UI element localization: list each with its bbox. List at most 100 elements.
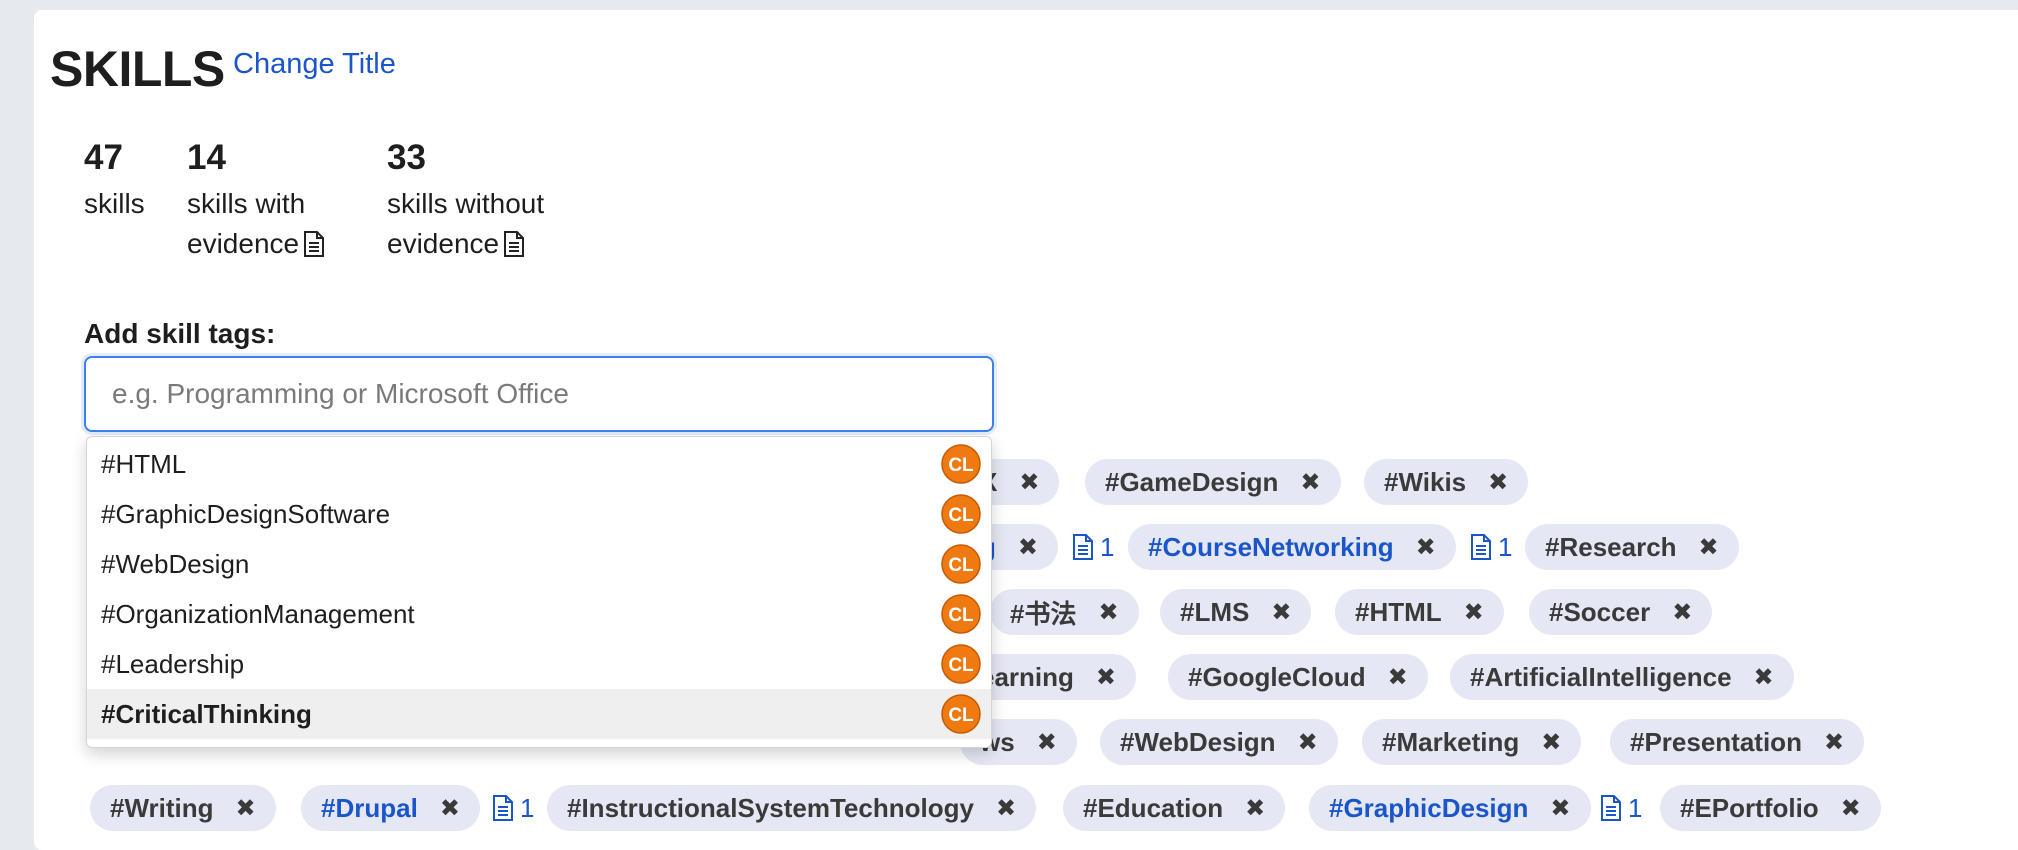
suggestion-item[interactable]: #Leadership CL bbox=[87, 639, 991, 689]
courselink-logo-icon: CL bbox=[941, 594, 981, 634]
tag-label: #书法 bbox=[1010, 598, 1077, 629]
stat-label: skills without bbox=[387, 188, 545, 219]
stat-skills: 47 skills bbox=[84, 138, 145, 224]
tag-label: #GoogleCloud bbox=[1188, 661, 1366, 692]
skill-tag: #Education ✖ bbox=[1063, 785, 1286, 831]
tag-label: #Wikis bbox=[1384, 466, 1467, 497]
courselink-logo-icon: CL bbox=[941, 544, 981, 584]
svg-text:CL: CL bbox=[948, 455, 974, 476]
stat-value: 14 bbox=[187, 138, 226, 177]
tag-label[interactable]: #GraphicDesign bbox=[1329, 793, 1528, 824]
skill-tag: #GoogleCloud ✖ bbox=[1168, 654, 1428, 700]
suggestion-item[interactable]: #GraphicDesignSoftware CL bbox=[87, 489, 991, 539]
suggestion-label: #WebDesign bbox=[101, 548, 250, 579]
document-icon bbox=[1471, 534, 1491, 560]
skill-tag: #EPortfolio ✖ bbox=[1660, 785, 1881, 831]
tag-label: #ArtificialIntelligence bbox=[1470, 661, 1732, 692]
remove-tag-icon[interactable]: ✖ bbox=[1416, 533, 1436, 562]
skill-tag: #Writing ✖ bbox=[90, 785, 276, 831]
suggestion-item-highlighted[interactable]: #CriticalThinking CL bbox=[87, 689, 991, 739]
remove-tag-icon[interactable]: ✖ bbox=[1245, 794, 1265, 823]
evidence-count[interactable]: 1 bbox=[492, 785, 534, 831]
remove-tag-icon[interactable]: ✖ bbox=[1672, 598, 1692, 627]
suggestion-item[interactable]: #HTML CL bbox=[87, 439, 991, 489]
remove-tag-icon[interactable]: ✖ bbox=[1550, 794, 1570, 823]
skill-tag: #Research ✖ bbox=[1525, 524, 1739, 570]
remove-tag-icon[interactable]: ✖ bbox=[440, 794, 460, 823]
tag-label: #Research bbox=[1545, 531, 1677, 562]
svg-text:CL: CL bbox=[948, 505, 974, 526]
svg-text:CL: CL bbox=[948, 555, 974, 576]
skill-tag: #HTML ✖ bbox=[1335, 589, 1504, 635]
skill-tag: #GameDesign ✖ bbox=[1085, 459, 1341, 505]
add-skill-tags-label: Add skill tags: bbox=[84, 318, 276, 349]
remove-tag-icon[interactable]: ✖ bbox=[1018, 533, 1038, 562]
tag-label: #Soccer bbox=[1549, 596, 1651, 627]
remove-tag-icon[interactable]: ✖ bbox=[1464, 598, 1484, 627]
skill-search-input[interactable] bbox=[110, 377, 992, 411]
courselink-logo-icon: CL bbox=[941, 694, 981, 734]
tag-label: #WebDesign bbox=[1120, 726, 1276, 757]
document-icon bbox=[493, 795, 513, 821]
tag-label: #InstructionalSystemTechnology bbox=[567, 792, 974, 823]
document-icon bbox=[303, 228, 325, 268]
remove-tag-icon[interactable]: ✖ bbox=[996, 794, 1016, 823]
remove-tag-icon[interactable]: ✖ bbox=[1541, 728, 1561, 757]
skill-tag-linked: #CourseNetworking ✖ bbox=[1128, 524, 1456, 570]
suggestion-item[interactable]: #OrganizationManagement CL bbox=[87, 589, 991, 639]
svg-text:CL: CL bbox=[948, 655, 974, 676]
stat-skills-with-evidence: 14 skills with evidence bbox=[187, 138, 325, 268]
suggestion-label: #CriticalThinking bbox=[101, 698, 312, 729]
tag-label: earning bbox=[980, 661, 1074, 692]
evidence-count[interactable]: 1 bbox=[1470, 524, 1512, 570]
tag-label: #HTML bbox=[1355, 596, 1442, 627]
tag-label[interactable]: #CourseNetworking bbox=[1148, 532, 1394, 563]
evidence-count[interactable]: 1 bbox=[1072, 524, 1114, 570]
remove-tag-icon[interactable]: ✖ bbox=[1096, 663, 1116, 692]
remove-tag-icon[interactable]: ✖ bbox=[1841, 794, 1861, 823]
skill-tag: #InstructionalSystemTechnology ✖ bbox=[547, 785, 1037, 831]
suggestion-label: #Leadership bbox=[101, 648, 245, 679]
skill-tag: #Soccer ✖ bbox=[1529, 589, 1713, 635]
skill-tag: #Marketing ✖ bbox=[1362, 719, 1582, 765]
document-icon bbox=[1601, 795, 1621, 821]
stat-skills-without-evidence: 33 skills without evidence bbox=[387, 138, 544, 268]
skill-tag: #LMS ✖ bbox=[1160, 589, 1312, 635]
skill-tag: #ArtificialIntelligence ✖ bbox=[1450, 654, 1794, 700]
stat-label: skills with bbox=[187, 188, 306, 219]
tag-label: #Education bbox=[1083, 792, 1224, 823]
tag-label: #Marketing bbox=[1382, 726, 1520, 757]
suggestion-label: #OrganizationManagement bbox=[101, 598, 415, 629]
evidence-count[interactable]: 1 bbox=[1600, 785, 1642, 831]
stat-value: 47 bbox=[84, 138, 123, 177]
skill-tag: #Wikis ✖ bbox=[1364, 459, 1529, 505]
skill-tag-linked: #GraphicDesign ✖ bbox=[1309, 785, 1591, 831]
remove-tag-icon[interactable]: ✖ bbox=[1271, 598, 1291, 627]
skill-tag: #WebDesign ✖ bbox=[1100, 719, 1338, 765]
remove-tag-icon[interactable]: ✖ bbox=[1388, 663, 1408, 692]
courselink-logo-icon: CL bbox=[941, 644, 981, 684]
svg-text:CL: CL bbox=[948, 705, 974, 726]
suggestion-label: #HTML bbox=[101, 448, 187, 479]
tag-label: #Writing bbox=[110, 792, 214, 823]
remove-tag-icon[interactable]: ✖ bbox=[1488, 468, 1508, 497]
skill-tag-linked: #Drupal ✖ bbox=[301, 785, 480, 831]
skill-search-box[interactable] bbox=[84, 356, 994, 432]
suggestion-dropdown: #HTML CL #GraphicDesignSoftware CL #WebD… bbox=[86, 436, 992, 748]
remove-tag-icon[interactable]: ✖ bbox=[1298, 728, 1318, 757]
document-icon bbox=[1073, 534, 1093, 560]
remove-tag-icon[interactable]: ✖ bbox=[1019, 468, 1039, 497]
remove-tag-icon[interactable]: ✖ bbox=[1300, 468, 1320, 497]
tag-label[interactable]: #Drupal bbox=[321, 793, 418, 824]
change-title-link[interactable]: Change Title bbox=[233, 48, 396, 81]
remove-tag-icon[interactable]: ✖ bbox=[1824, 728, 1844, 757]
remove-tag-icon[interactable]: ✖ bbox=[1754, 663, 1774, 692]
remove-tag-icon[interactable]: ✖ bbox=[1699, 533, 1719, 562]
stat-label: evidence bbox=[187, 228, 300, 259]
courselink-logo-icon: CL bbox=[941, 494, 981, 534]
remove-tag-icon[interactable]: ✖ bbox=[1037, 728, 1057, 757]
suggestion-item[interactable]: #WebDesign CL bbox=[87, 539, 991, 589]
remove-tag-icon[interactable]: ✖ bbox=[1098, 598, 1118, 627]
remove-tag-icon[interactable]: ✖ bbox=[236, 794, 256, 823]
courselink-logo-icon: CL bbox=[941, 444, 981, 484]
